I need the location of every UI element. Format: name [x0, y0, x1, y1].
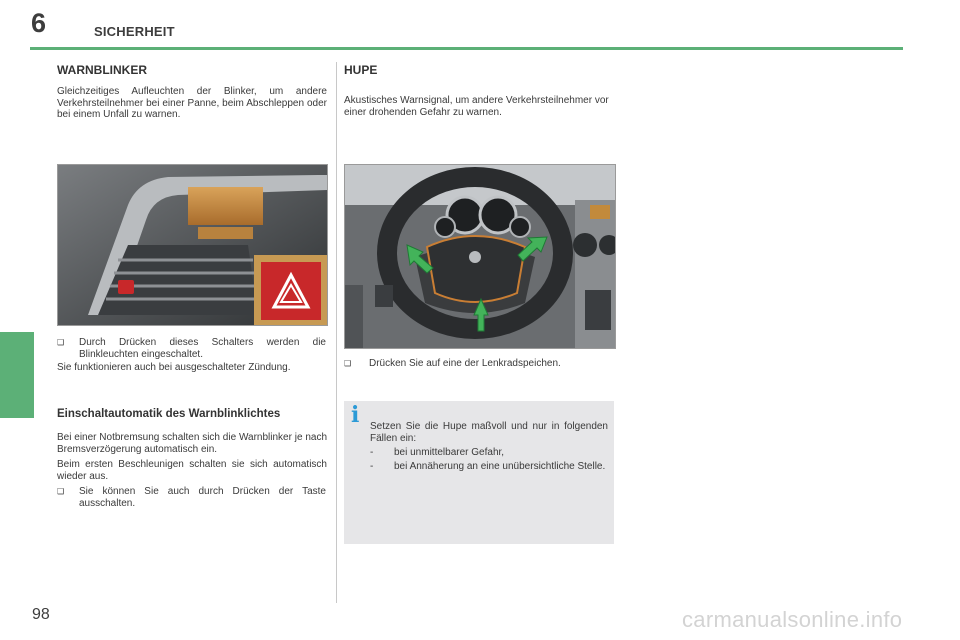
hazard-bullet-text: Durch Drücken dieses Schalters werden di…	[79, 337, 326, 360]
section-title-warnblinker: WARNBLINKER	[57, 63, 147, 77]
auto-paragraph-2: Beim ersten Beschleunigen schalten sie s…	[57, 459, 327, 482]
column-divider	[336, 62, 337, 603]
hupe-bullet: ❑ Drücken Sie auf eine der Lenkradspeich…	[344, 358, 614, 370]
info-item-dash: -	[370, 461, 374, 472]
bullet-marker-icon: ❑	[57, 487, 65, 496]
chapter-side-tab	[0, 332, 34, 418]
header-rule	[30, 47, 903, 50]
hazard-switch-illustration	[58, 165, 327, 325]
subsection-title-auto: Einschaltautomatik des Warnblinklichtes	[57, 408, 281, 420]
hazard-note: Sie funktionieren auch bei ausgeschaltet…	[57, 362, 291, 373]
chapter-title: SICHERHEIT	[94, 24, 175, 39]
info-item: - bei Annäherung an eine unübersichtlich…	[370, 461, 608, 473]
auto-bullet-text: Sie können Sie auch durch Drücken der Ta…	[79, 486, 326, 509]
section-title-hupe: HUPE	[344, 63, 378, 77]
page-number: 98	[32, 606, 50, 623]
bullet-marker-icon: ❑	[344, 359, 352, 368]
hupe-bullet-text: Drücken Sie auf eine der Lenkradspeichen…	[369, 358, 561, 369]
bullet-marker-icon: ❑	[57, 338, 65, 347]
auto-bullet: ❑ Sie können Sie auch durch Drücken der …	[57, 486, 326, 509]
hazard-bullet: ❑ Durch Drücken dieses Schalters werden …	[57, 337, 326, 360]
steering-wheel-photo	[344, 164, 616, 349]
hazard-switch-photo	[57, 164, 328, 326]
auto-paragraph-1: Bei einer Notbremsung schalten sich die …	[57, 432, 327, 455]
info-item-text: bei unmittelbarer Gefahr,	[394, 447, 505, 458]
info-text: Setzen Sie die Hupe maßvoll und nur in f…	[370, 421, 608, 444]
info-icon: i	[351, 402, 360, 428]
info-item-dash: -	[370, 447, 374, 458]
chapter-number: 6	[31, 8, 47, 38]
watermark: carmanualsonline.info	[682, 607, 903, 632]
steering-wheel-illustration	[345, 165, 615, 348]
info-item: - bei unmittelbarer Gefahr,	[370, 447, 608, 459]
hupe-intro: Akustisches Warnsignal, um andere Verkeh…	[344, 95, 609, 118]
info-item-text: bei Annäherung an eine unübersichtliche …	[394, 461, 606, 472]
warnblinker-intro: Gleichzeitiges Aufleuchten der Blinker, …	[57, 86, 327, 120]
